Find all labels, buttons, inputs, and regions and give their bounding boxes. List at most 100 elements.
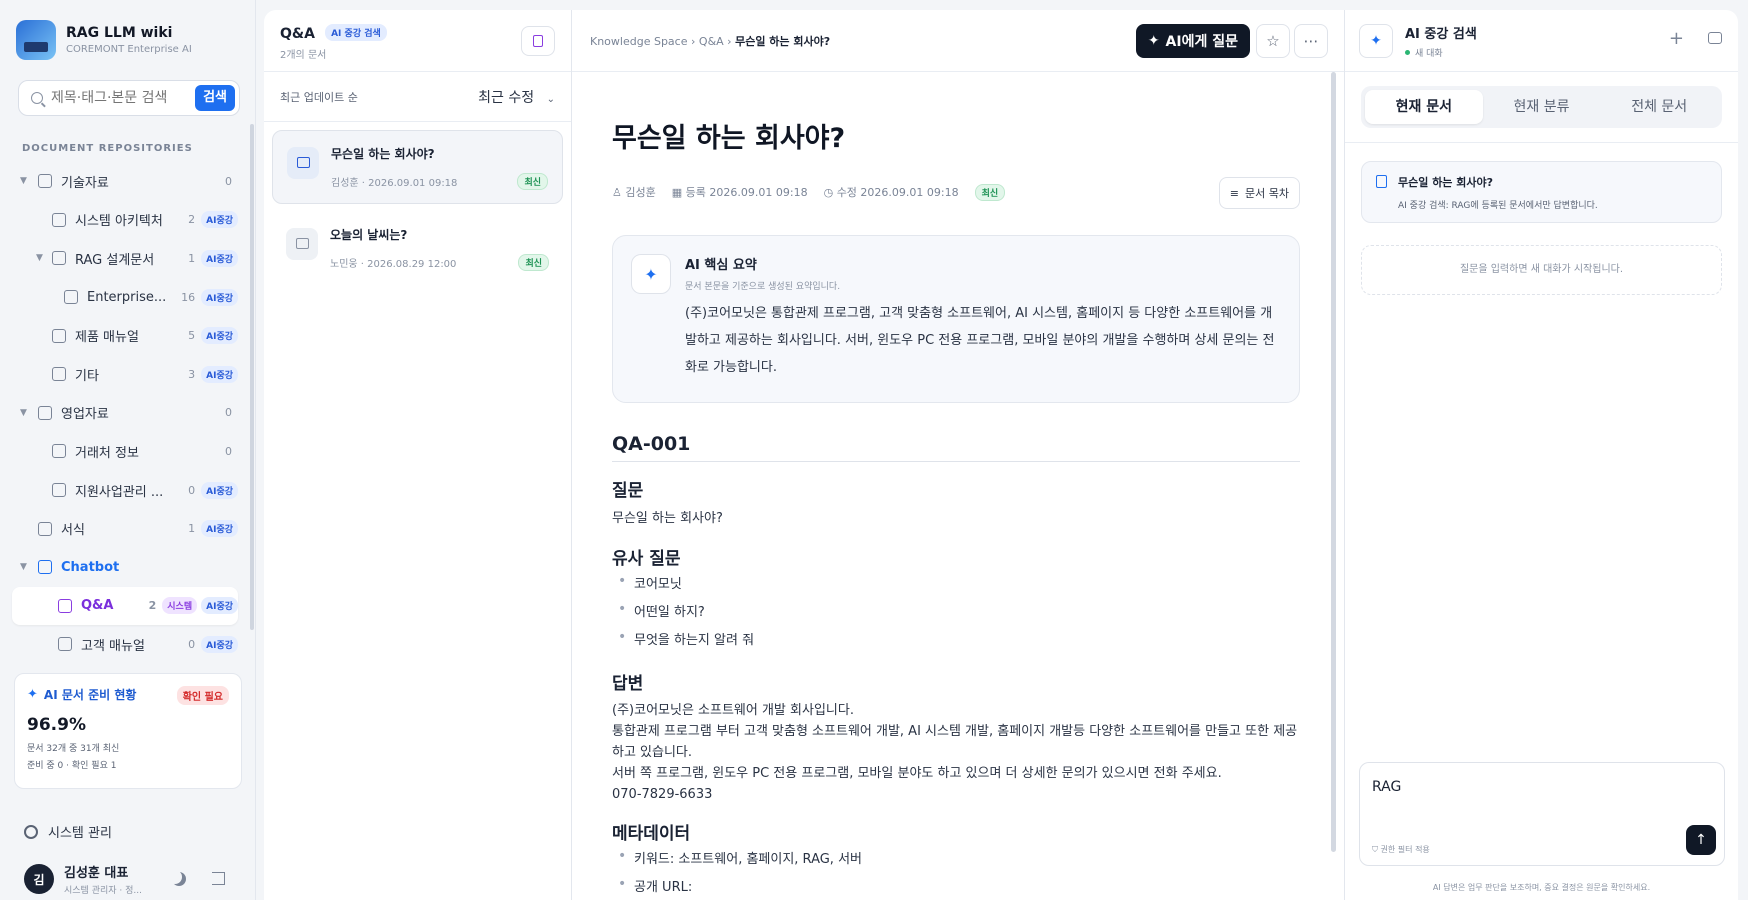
list-item-title: 오늘의 날씨는? [330, 228, 408, 242]
answer-line: 070-7829-6633 [612, 787, 713, 802]
ai-badge: AI중강 [201, 365, 238, 383]
chevron-down-icon[interactable]: ▼ [20, 562, 32, 572]
chat-input[interactable]: RAG [1372, 779, 1712, 795]
tab-all-docs[interactable]: 전체 문서 [1600, 90, 1718, 124]
calendar-icon: ▦ [671, 186, 683, 199]
current-doc-card: 무슨일 하는 회사야? AI 중강 검색: RAG에 등록된 문서에서만 답변합… [1361, 161, 1722, 223]
sidebar-item-label: 시스템 아키텍처 [75, 214, 163, 230]
logout-icon[interactable] [212, 872, 225, 885]
search-button[interactable]: 검색 [195, 85, 235, 111]
new-document-button[interactable] [521, 26, 555, 56]
breadcrumb-item[interactable]: Knowledge Space [590, 35, 688, 48]
brand-title: RAG LLM wiki [66, 25, 173, 41]
document-list-panel: Q&A AI 중강 검색 2개의 문서 최근 업데이트 순 최근 수정 ⌄ 무슨… [264, 10, 572, 900]
ai-badge: AI중강 [201, 288, 238, 306]
sidebar-item-sales[interactable]: ▼ 영업자료 0 [12, 394, 238, 433]
chevron-down-icon[interactable]: ▼ [36, 253, 48, 263]
brand-logo-icon [16, 20, 56, 60]
repositories-heading: DOCUMENT REPOSITORIES [22, 143, 193, 154]
app-root: RAG LLM wiki COREMONT Enterprise AI 검색 D… [0, 0, 1748, 900]
list-item: 키워드: 소프트웨어, 홈페이지, RAG, 서버 [612, 842, 1300, 874]
breadcrumb: Knowledge Space › Q&A › 무슨일 하는 회사야? [590, 34, 831, 48]
sidebar-item-etc[interactable]: 기타 3 AI중강 [12, 355, 238, 394]
current-doc-subtitle: AI 중강 검색: RAG에 등록된 문서에서만 답변합니다. [1398, 201, 1598, 211]
empty-conversation: 질문을 입력하면 새 대화가 시작됩니다. [1361, 245, 1722, 295]
sidebar-scrollbar[interactable] [250, 124, 254, 630]
sidebar-item-label: 고객 매뉴얼 [81, 638, 145, 654]
sparkle-icon: ✦ [631, 254, 671, 294]
sidebar-item-support[interactable]: 지원사업관리 ... 0 AI중강 [12, 471, 238, 510]
more-button[interactable]: ⋯ [1294, 24, 1328, 58]
document-topbar: Knowledge Space › Q&A › 무슨일 하는 회사야? ✦ AI에… [572, 10, 1344, 72]
sidebar-item-tech[interactable]: ▼ 기술자료 0 [12, 162, 238, 201]
similar-list: 코어모닛 어떤일 하지? 무엇을 하는지 알려 줘 [612, 567, 1300, 655]
building-icon [52, 483, 66, 498]
status-badge: 확인 필요 [176, 686, 229, 705]
sidebar-item-clients[interactable]: 거래처 정보 0 [12, 432, 238, 471]
tab-current-doc[interactable]: 현재 문서 [1365, 90, 1483, 124]
brand[interactable]: RAG LLM wiki COREMONT Enterprise AI [16, 20, 192, 60]
list-item-meta: 노민웅 · 2026.08.29 12:00 [330, 259, 457, 270]
list-item-title: 무슨일 하는 회사야? [331, 147, 435, 161]
message-icon [286, 228, 318, 260]
list-item: 무엇을 하는지 알려 줘 [612, 623, 1300, 655]
user-profile[interactable]: 김 김성훈 대표 시스템 관리자 · 정... [24, 862, 142, 896]
file-plus-icon [533, 35, 543, 47]
bot-icon [38, 560, 52, 575]
list-item: 코어모닛 [612, 567, 1300, 599]
tab-current-category[interactable]: 현재 분류 [1483, 90, 1601, 124]
user-icon: ♙ [612, 186, 622, 199]
favorite-button[interactable]: ☆ [1256, 24, 1290, 58]
status-badge: 최신 [974, 183, 1006, 201]
list-item[interactable]: 무슨일 하는 회사야? 김성훈 · 2026.09.01 09:18 최신 [272, 130, 563, 204]
document-scrollbar[interactable] [1331, 72, 1336, 852]
created-date: ▦ 등록 2026.09.01 09:18 [672, 184, 808, 200]
breadcrumb-item[interactable]: Q&A [699, 35, 724, 48]
sidebar-item-forms[interactable]: 서식 1 AI중강 [12, 509, 238, 548]
sidebar-item-rag-design[interactable]: ▼ RAG 설계문서 1 AI중강 [12, 239, 238, 278]
summary-body: (주)코어모닛은 통합관제 프로그램, 고객 맞춤형 소프트웨어, AI 시스템… [685, 306, 1275, 375]
breadcrumb-current: 무슨일 하는 회사야? [735, 34, 831, 48]
user-role: 시스템 관리자 · 정... [64, 886, 142, 896]
author-name: 김성훈 [625, 186, 656, 199]
ask-ai-button[interactable]: ✦ AI에게 질문 [1135, 24, 1250, 58]
sidebar-item-architecture[interactable]: 시스템 아키텍처 2 AI중강 [12, 201, 238, 240]
chat-input-box[interactable]: RAG ⛉ 권한 필터 적용 ↑ [1359, 762, 1725, 866]
list-item-date: 2026.08.29 12:00 [367, 259, 457, 270]
moon-icon[interactable] [172, 872, 186, 886]
sidebar-item-manual[interactable]: 제품 매뉴얼 5 AI중강 [12, 316, 238, 355]
sidebar-item-count: 1 [188, 522, 196, 536]
chevron-down-icon[interactable]: ▼ [20, 176, 32, 186]
ai-badge: AI중강 [201, 211, 238, 229]
system-badge: 시스템 [162, 597, 198, 615]
sidebar-item-customer-manual[interactable]: 고객 매뉴얼 0 AI중강 [12, 625, 238, 664]
sidebar-item-label: 거래처 정보 [75, 445, 139, 461]
list-item: 어떤일 하지? [612, 595, 1300, 627]
sidebar-item-chatbot[interactable]: ▼ Chatbot [12, 548, 238, 587]
sidebar-item-enterprise[interactable]: Enterprise... 16 AI중강 [12, 278, 238, 317]
sidebar-search: 검색 [18, 80, 240, 116]
sidebar-item-count: 0 [225, 174, 232, 188]
system-management-link[interactable]: 시스템 관리 [24, 822, 112, 841]
send-button[interactable]: ↑ [1686, 825, 1716, 855]
plus-icon[interactable]: + [1669, 28, 1684, 49]
page-title: 무슨일 하는 회사야? [612, 123, 846, 154]
document-meta: ♙ 김성훈 ▦ 등록 2026.09.01 09:18 ◷ 수정 2026.09… [612, 177, 1300, 209]
folder-icon [38, 174, 52, 189]
status-badge: 최신 [517, 173, 548, 190]
sidebar-item-qna[interactable]: Q&A 2 시스템 AI중강 [12, 586, 238, 626]
search-input[interactable] [51, 90, 179, 106]
ai-status-card[interactable]: ✦ AI 문서 준비 현황 확인 필요 96.9% 문서 32개 중 31개 최신… [14, 673, 242, 789]
sidebar-item-count: 1 [188, 251, 196, 265]
grid-icon [52, 444, 66, 459]
question-heading: 질문 [612, 481, 644, 501]
toc-button[interactable]: ≡ 문서 목차 [1218, 177, 1300, 209]
message-icon [58, 637, 72, 652]
chat-history-icon[interactable] [1708, 32, 1722, 44]
list-item[interactable]: 오늘의 날씨는? 노민웅 · 2026.08.29 12:00 최신 [272, 212, 563, 286]
sidebar-item-count: 5 [188, 329, 196, 343]
answer-text: (주)코어모닛은 소프트웨어 개발 회사입니다. 통합관제 프로그램 부터 고객… [612, 700, 1300, 805]
sort-select[interactable]: 최근 수정 ⌄ [478, 87, 555, 107]
chevron-down-icon[interactable]: ▼ [20, 408, 32, 418]
list-header: Q&A AI 중강 검색 2개의 문서 [264, 10, 571, 72]
